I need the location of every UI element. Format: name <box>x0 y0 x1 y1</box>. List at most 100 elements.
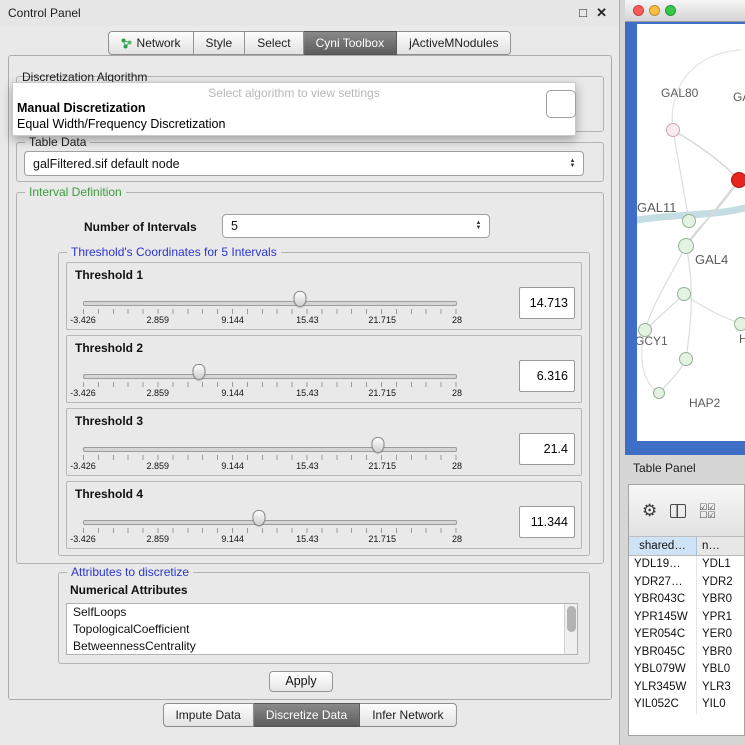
tab-discretize-data[interactable]: Discretize Data <box>254 703 360 727</box>
table-row[interactable]: YBR045CYBR0 <box>629 644 744 662</box>
close-icon[interactable]: ✕ <box>596 5 607 21</box>
table-data-select[interactable]: galFiltered.sif default node ▲▼ <box>24 151 584 176</box>
close-traffic-light-icon[interactable] <box>633 5 644 16</box>
slider-track[interactable] <box>83 447 457 452</box>
select-rows-icon[interactable]: ☑☑ ☐☑ <box>699 503 715 519</box>
threshold-slider[interactable]: -3.4262.8599.14415.4321.71528 <box>83 508 457 548</box>
tab-impute-data[interactable]: Impute Data <box>162 703 253 727</box>
scale-tick-label: 28 <box>452 534 462 544</box>
attribute-item[interactable]: SelfLoops <box>67 604 577 621</box>
network-view-window: GAL80GAGAL11GAL4GCY1HAP2H <box>625 0 745 455</box>
slider-thumb[interactable] <box>192 364 205 380</box>
network-node-label: GA <box>733 90 745 104</box>
numerical-attributes-listbox: SelfLoopsTopologicalCoefficientBetweenne… <box>66 603 578 655</box>
slider-scale: -3.4262.8599.14415.4321.71528 <box>83 388 457 400</box>
threshold-block: Threshold 3 -3.4262.8599.14415.4321.7152… <box>66 408 582 476</box>
scale-tick-label: 21.715 <box>368 534 396 544</box>
network-node[interactable] <box>734 317 745 331</box>
scale-tick-label: 2.859 <box>147 388 170 398</box>
slider-scale: -3.4262.8599.14415.4321.71528 <box>83 461 457 473</box>
network-node-label: GAL4 <box>695 252 728 267</box>
table-row[interactable]: YDL19…YDL1 <box>629 556 744 574</box>
columns-icon[interactable] <box>670 504 686 518</box>
network-canvas[interactable]: GAL80GAGAL11GAL4GCY1HAP2H <box>637 24 745 441</box>
network-node-label: GAL80 <box>661 86 698 100</box>
threshold-label: Threshold 4 <box>75 487 143 501</box>
network-node[interactable] <box>677 287 691 301</box>
network-node[interactable] <box>678 238 694 254</box>
table-row[interactable]: YPR145WYPR1 <box>629 609 744 627</box>
tab-jactivemodules[interactable]: jActiveMNodules <box>397 31 511 55</box>
table-panel-window: ⚙ ☑☑ ☐☑ shared… n… YDL19…YDL1YDR27…YDR2Y… <box>628 484 745 736</box>
scale-tick-label: 9.144 <box>221 315 244 325</box>
network-node[interactable] <box>731 172 745 188</box>
scale-tick-label: 9.144 <box>221 534 244 544</box>
scrollbar-thumb[interactable] <box>567 606 576 632</box>
table-row[interactable]: YIL052CYIL0 <box>629 696 744 714</box>
table-row[interactable]: YBR043CYBR0 <box>629 591 744 609</box>
slider-scale: -3.4262.8599.14415.4321.71528 <box>83 315 457 327</box>
threshold-slider[interactable]: -3.4262.8599.14415.4321.71528 <box>83 362 457 402</box>
network-window-titlebar <box>625 0 745 22</box>
table-row[interactable]: YER054CYER0 <box>629 626 744 644</box>
network-icon <box>121 38 132 49</box>
slider-track[interactable] <box>83 301 457 306</box>
list-scrollbar[interactable] <box>564 604 577 654</box>
threshold-value-input[interactable] <box>519 506 575 538</box>
number-of-intervals-select[interactable]: 5 ▲▼ <box>222 214 490 238</box>
table-toolbar: ⚙ ☑☑ ☐☑ <box>629 485 744 537</box>
tab-select[interactable]: Select <box>245 31 303 55</box>
slider-track[interactable] <box>83 520 457 525</box>
scale-tick-label: -3.426 <box>70 534 96 544</box>
apply-button[interactable]: Apply <box>269 671 333 692</box>
tab-cyni-toolbox[interactable]: Cyni Toolbox <box>304 31 397 55</box>
table-rows: YDL19…YDL1YDR27…YDR2YBR043CYBR0YPR145WYP… <box>629 556 744 735</box>
table-row[interactable]: YBL079WYBL0 <box>629 661 744 679</box>
zoom-traffic-light-icon[interactable] <box>665 5 676 16</box>
attributes-group-label: Attributes to discretize <box>67 565 193 579</box>
tab-style[interactable]: Style <box>194 31 246 55</box>
attribute-item[interactable]: BetweennessCentrality <box>67 638 577 655</box>
network-node-label: GCY1 <box>637 334 668 348</box>
tab-network[interactable]: Network <box>108 31 194 55</box>
threshold-value-input[interactable] <box>519 433 575 465</box>
tab-infer-network[interactable]: Infer Network <box>360 703 456 727</box>
scale-tick-label: 2.859 <box>147 461 170 471</box>
network-node[interactable] <box>666 123 680 137</box>
number-of-intervals-value: 5 <box>223 219 472 233</box>
scale-tick-label: 9.144 <box>221 461 244 471</box>
gear-icon[interactable]: ⚙ <box>642 502 657 519</box>
table-row[interactable]: YDR27…YDR2 <box>629 574 744 592</box>
attribute-item[interactable]: TopologicalCoefficient <box>67 621 577 638</box>
table-row[interactable]: YLR345WYLR3 <box>629 679 744 697</box>
minimize-traffic-light-icon[interactable] <box>649 5 660 16</box>
threshold-slider[interactable]: -3.4262.8599.14415.4321.71528 <box>83 289 457 329</box>
scale-tick-label: -3.426 <box>70 461 96 471</box>
network-node[interactable] <box>679 352 693 366</box>
column-header-name[interactable]: n… <box>697 537 744 555</box>
scale-tick-label: 15.43 <box>296 388 319 398</box>
threshold-value-input[interactable] <box>519 360 575 392</box>
combo-stepper-icon: ▲▼ <box>472 221 485 231</box>
scale-tick-label: 28 <box>452 461 462 471</box>
bottom-tab-bar: Impute Data Discretize Data Infer Networ… <box>162 703 456 727</box>
scale-tick-label: 2.859 <box>147 534 170 544</box>
slider-track[interactable] <box>83 374 457 379</box>
float-window-icon[interactable]: □ <box>579 5 587 20</box>
network-view-frame: GAL80GAGAL11GAL4GCY1HAP2H <box>625 22 745 455</box>
slider-thumb[interactable] <box>372 437 385 453</box>
column-header-shared-name[interactable]: shared… <box>629 537 697 555</box>
top-tab-bar: Network Style Select Cyni Toolbox jActiv… <box>108 31 512 55</box>
slider-thumb[interactable] <box>252 510 265 526</box>
network-node[interactable] <box>653 387 665 399</box>
tab-network-label: Network <box>137 36 181 50</box>
algorithm-option-manual[interactable]: Manual Discretization <box>13 100 575 116</box>
algorithm-option-equal-width[interactable]: Equal Width/Frequency Discretization <box>13 116 575 132</box>
network-node[interactable] <box>682 214 696 228</box>
threshold-value-input[interactable] <box>519 287 575 319</box>
threshold-slider[interactable]: -3.4262.8599.14415.4321.71528 <box>83 435 457 475</box>
slider-scale: -3.4262.8599.14415.4321.71528 <box>83 534 457 546</box>
algorithm-select[interactable] <box>546 90 576 118</box>
scale-tick-label: 21.715 <box>368 461 396 471</box>
slider-thumb[interactable] <box>293 291 306 307</box>
